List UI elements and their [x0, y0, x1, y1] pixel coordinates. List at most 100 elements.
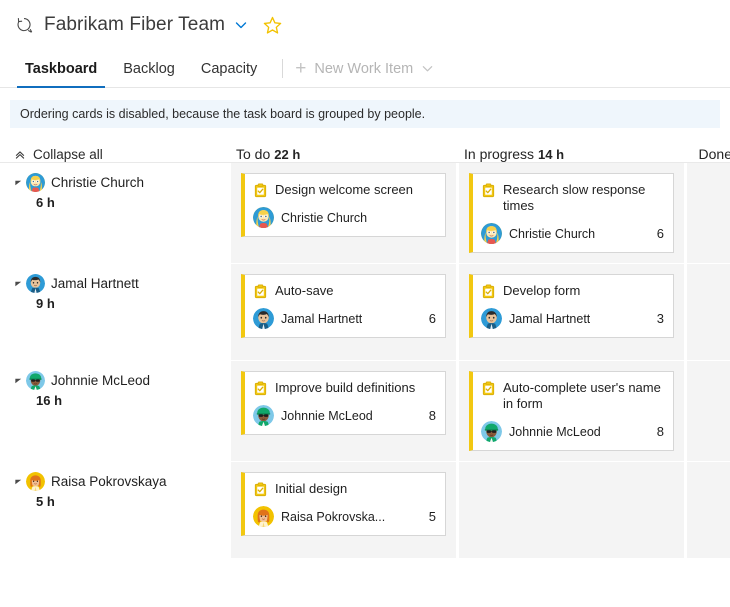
- avatar: [253, 506, 274, 527]
- sprint-icon: [14, 15, 34, 35]
- board-row: Johnnie McLeod16 hImprove build definiti…: [0, 361, 730, 462]
- column-header-in-progress: In progress 14 h: [458, 146, 686, 162]
- task-card-assignee: Johnnie McLeod: [509, 425, 601, 439]
- swimlane-person-name: Raisa Pokrovskaya: [51, 474, 167, 489]
- task-clipboard-icon: [253, 284, 268, 299]
- column-header-done: Done: [686, 146, 730, 162]
- task-card-remaining-hours: 8: [421, 408, 436, 423]
- board-cell-done[interactable]: [684, 361, 730, 461]
- new-work-item-button[interactable]: + New Work Item: [295, 50, 434, 87]
- task-card-remaining-hours: 6: [649, 226, 664, 241]
- board-cell-done[interactable]: [684, 163, 730, 263]
- column-header-in-progress-hours: 14 h: [538, 147, 564, 162]
- board-cell-done[interactable]: [684, 462, 730, 558]
- avatar: [481, 308, 502, 329]
- task-clipboard-icon: [481, 183, 496, 198]
- task-card-title-row: Improve build definitions: [253, 380, 436, 396]
- swimlane-person-line: Christie Church: [14, 173, 228, 192]
- column-header-in-progress-label: In progress: [464, 146, 534, 162]
- task-card-title: Initial design: [275, 481, 347, 497]
- swimlane-person-hours: 9 h: [36, 296, 228, 311]
- task-clipboard-icon: [481, 381, 496, 396]
- avatar: [253, 207, 274, 228]
- task-card-title-row: Auto-complete user's name in form: [481, 380, 664, 412]
- swimlane-person-hours: 6 h: [36, 195, 228, 210]
- swimlane-person: Christie Church 6 h: [0, 163, 228, 263]
- task-card-title: Auto-save: [275, 283, 334, 299]
- task-card[interactable]: Auto-complete user's name in form Johnnie…: [469, 371, 674, 451]
- board-cell-in-progress[interactable]: Develop formJamal Hartnett3: [456, 264, 684, 360]
- collapse-all-label: Collapse all: [33, 147, 103, 162]
- chevron-double-up-icon: [14, 149, 26, 161]
- page-header: Fabrikam Fiber Team: [0, 0, 730, 50]
- task-card-remaining-hours: 6: [421, 311, 436, 326]
- avatar: [481, 223, 502, 244]
- tab-capacity[interactable]: Capacity: [188, 50, 270, 87]
- swimlane-person: Raisa Pokrovskaya 5 h: [0, 462, 228, 558]
- star-icon[interactable]: [262, 15, 283, 36]
- tab-backlog[interactable]: Backlog: [110, 50, 188, 87]
- task-card-footer: Jamal Hartnett 6: [253, 308, 436, 329]
- triangle-down-icon[interactable]: [14, 279, 26, 288]
- swimlane-person-line: Jamal Hartnett: [14, 274, 228, 293]
- task-card[interactable]: Design welcome screen Christie Church: [241, 173, 446, 237]
- board-cell-in-progress[interactable]: Auto-complete user's name in form Johnnie…: [456, 361, 684, 461]
- board-cell-todo[interactable]: Auto-save Jamal Hartnett 6: [228, 264, 456, 360]
- avatar: [26, 173, 45, 192]
- task-card[interactable]: Develop formJamal Hartnett3: [469, 274, 674, 338]
- column-header-done-label: Done: [699, 146, 730, 162]
- swimlane-person-name: Johnnie McLeod: [51, 373, 150, 388]
- board-cell-todo[interactable]: Improve build definitions Johnnie McLeod8: [228, 361, 456, 461]
- task-card-footer: Johnnie McLeod8: [481, 421, 664, 442]
- board-cell-todo[interactable]: Design welcome screen Christie Church: [228, 163, 456, 263]
- taskboard: Collapse all To do22 h In progress 14 h D…: [0, 132, 730, 559]
- board-cell-done[interactable]: [684, 264, 730, 360]
- task-card-title: Research slow response times: [503, 182, 664, 214]
- task-card-footer: Jamal Hartnett3: [481, 308, 664, 329]
- task-card-footer: Christie Church6: [481, 223, 664, 244]
- task-card-title: Improve build definitions: [275, 380, 415, 396]
- avatar: [253, 308, 274, 329]
- board-cell-in-progress[interactable]: [456, 462, 684, 558]
- swimlane-person-hours: 5 h: [36, 494, 228, 509]
- task-clipboard-icon: [253, 183, 268, 198]
- tab-taskboard[interactable]: Taskboard: [12, 50, 110, 87]
- avatar: [26, 472, 45, 491]
- task-card-title-row: Design welcome screen: [253, 182, 436, 198]
- page-title: Fabrikam Fiber Team: [44, 14, 225, 36]
- task-card-title: Auto-complete user's name in form: [503, 380, 664, 412]
- collapse-all-button[interactable]: Collapse all: [14, 147, 230, 162]
- board-rows: Christie Church 6 h Design welcome screen C…: [0, 162, 730, 559]
- task-card[interactable]: Initial designRaisa Pokrovska...5: [241, 472, 446, 536]
- triangle-down-icon[interactable]: [14, 376, 26, 385]
- info-banner-message: Ordering cards is disabled, because the …: [20, 107, 425, 121]
- task-card-remaining-hours: 5: [421, 509, 436, 524]
- new-work-item-label: New Work Item: [314, 61, 413, 77]
- task-card-assignee: Jamal Hartnett: [281, 312, 362, 326]
- swimlane-person: Johnnie McLeod16 h: [0, 361, 228, 461]
- chevron-down-icon[interactable]: [234, 18, 248, 32]
- board-cell-in-progress[interactable]: Research slow response times Christie Chu…: [456, 163, 684, 263]
- task-clipboard-icon: [481, 284, 496, 299]
- task-card[interactable]: Auto-save Jamal Hartnett 6: [241, 274, 446, 338]
- board-row: Raisa Pokrovskaya5 hInitial designRaisa …: [0, 462, 730, 559]
- triangle-down-icon[interactable]: [14, 178, 26, 187]
- task-card-title: Design welcome screen: [275, 182, 413, 198]
- task-card[interactable]: Research slow response times Christie Chu…: [469, 173, 674, 253]
- task-card-footer: Christie Church: [253, 207, 436, 228]
- toolbar-divider: [282, 59, 283, 78]
- task-card[interactable]: Improve build definitions Johnnie McLeod8: [241, 371, 446, 435]
- triangle-down-icon[interactable]: [14, 477, 26, 486]
- tab-bar: Taskboard Backlog Capacity + New Work It…: [0, 50, 730, 88]
- task-clipboard-icon: [253, 482, 268, 497]
- swimlane-person-line: Raisa Pokrovskaya: [14, 472, 228, 491]
- task-card-assignee: Christie Church: [281, 211, 367, 225]
- task-clipboard-icon: [253, 381, 268, 396]
- board-cell-todo[interactable]: Initial designRaisa Pokrovska...5: [228, 462, 456, 558]
- task-card-footer: Johnnie McLeod8: [253, 405, 436, 426]
- task-card-remaining-hours: 3: [649, 311, 664, 326]
- board-row: Jamal Hartnett 9 h Auto-save Jamal Hartnett…: [0, 264, 730, 361]
- chevron-down-icon[interactable]: [421, 62, 434, 75]
- swimlane-person-name: Jamal Hartnett: [51, 276, 139, 291]
- column-header-todo: To do22 h: [230, 146, 458, 162]
